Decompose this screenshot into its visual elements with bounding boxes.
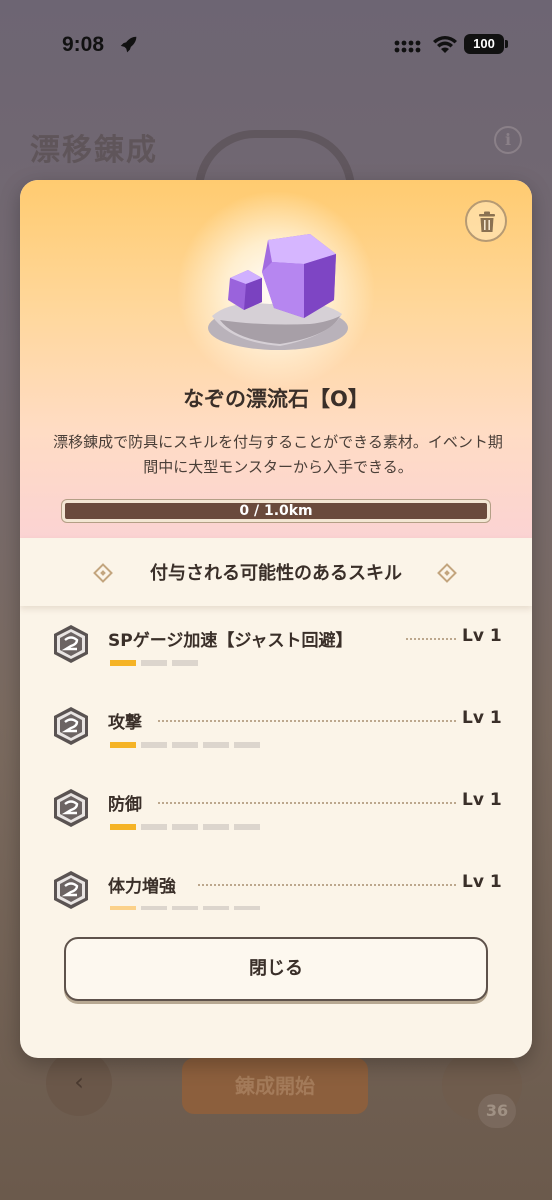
skill-row: 体力増強 Lv 1 (20, 864, 532, 910)
trash-icon (479, 211, 495, 232)
crystal-item-image (208, 234, 348, 350)
item-header: なぞの漂流石【O】 漂移錬成で防具にスキルを付与することができる素材。イベント期… (20, 180, 532, 538)
rocket-icon (120, 36, 137, 53)
level-segment (234, 824, 260, 830)
level-segment (203, 824, 229, 830)
level-segment (141, 660, 167, 666)
skill-name: SPゲージ加速【ジャスト回避】 (108, 631, 353, 651)
level-segment (141, 906, 167, 910)
battery-tip (505, 40, 508, 48)
skill-name: 攻撃 (108, 713, 142, 733)
skill-list[interactable]: SPゲージ加速【ジャスト回避】 Lv 1 攻撃 Lv 1 防御 Lv 1 体力増強 Lv 1 (20, 610, 532, 910)
skill-level: Lv 1 (462, 790, 502, 810)
chevron-left-icon: ‹ (74, 1068, 84, 1096)
skill-level: Lv 1 (462, 626, 502, 646)
skill-row: 攻撃 Lv 1 (20, 700, 532, 780)
skill-level: Lv 1 (462, 708, 502, 728)
leader-dots (158, 802, 456, 804)
level-segment (110, 824, 136, 830)
skill-badge-icon (54, 789, 88, 827)
close-button[interactable]: 閉じる (64, 937, 488, 1001)
skill-badge-icon (54, 871, 88, 909)
skill-level: Lv 1 (462, 872, 502, 892)
start-refining-button[interactable]: 錬成開始 (182, 1058, 368, 1114)
skill-name: 体力増強 (108, 877, 176, 897)
level-segment (203, 742, 229, 748)
level-segment (110, 742, 136, 748)
leader-dots (406, 638, 456, 640)
level-segment (234, 742, 260, 748)
level-segment (141, 824, 167, 830)
material-count-badge: 36 (478, 1094, 516, 1128)
discard-button[interactable] (465, 200, 507, 242)
skill-badge-icon (54, 707, 88, 745)
page-title: 漂移錬成 (30, 133, 158, 168)
progress-label: 0 / 1.0km (239, 503, 313, 519)
level-segment (141, 742, 167, 748)
cellular-signal-icon (394, 40, 421, 53)
skill-badge-icon (54, 625, 88, 663)
wifi-icon (433, 36, 457, 53)
item-name: なぞの漂流石【O】 (183, 387, 369, 411)
level-segment (110, 906, 136, 910)
level-segment (110, 660, 136, 666)
status-time: 9:08 (62, 33, 105, 56)
leader-dots (158, 720, 456, 722)
level-segment (234, 906, 260, 910)
distance-progress-bar: 0 / 1.0km (62, 500, 490, 522)
level-segment (172, 906, 198, 910)
status-bar: 9:08 100 (0, 0, 552, 90)
skills-section-header: 付与される可能性のあるスキル (20, 538, 532, 606)
info-icon[interactable]: i (494, 126, 522, 154)
skill-row: SPゲージ加速【ジャスト回避】 Lv 1 (20, 618, 532, 698)
item-detail-modal: なぞの漂流石【O】 漂移錬成で防具にスキルを付与することができる素材。イベント期… (20, 180, 532, 1058)
back-button[interactable]: ‹ (46, 1050, 112, 1116)
skill-row: 防御 Lv 1 (20, 782, 532, 862)
battery-indicator: 100 (464, 34, 504, 54)
level-segment (203, 906, 229, 910)
item-description: 漂移錬成で防具にスキルを付与することができる素材。イベント期間中に大型モンスター… (53, 433, 503, 476)
level-segment (172, 660, 198, 666)
level-segment (172, 824, 198, 830)
skill-name: 防御 (108, 795, 142, 815)
leader-dots (198, 884, 456, 886)
level-segment (172, 742, 198, 748)
